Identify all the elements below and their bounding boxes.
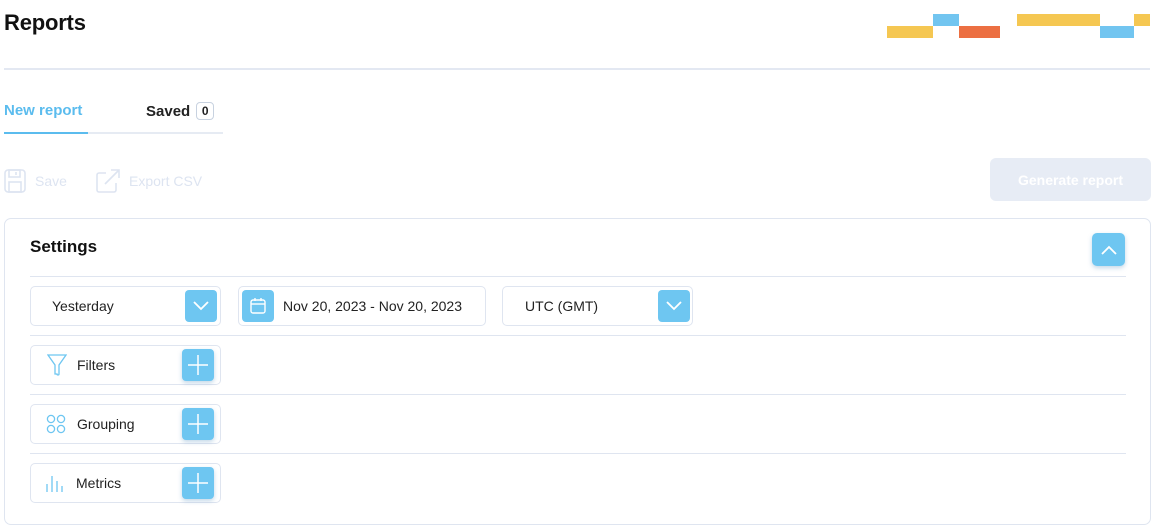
timezone-select[interactable]: UTC (GMT) — [502, 286, 693, 326]
row-divider — [30, 394, 1126, 395]
tab-saved[interactable]: Saved 0 — [146, 102, 215, 120]
metrics-field[interactable]: Metrics — [30, 463, 221, 503]
chevron-down-icon — [193, 301, 209, 311]
tab-saved-label: Saved — [146, 103, 191, 120]
export-csv-label: Export CSV — [129, 173, 203, 189]
tab-new-report-label: New report — [4, 102, 83, 119]
row-divider — [30, 276, 1126, 277]
header-divider — [4, 68, 1150, 70]
deco-block — [1100, 26, 1134, 38]
calendar-button[interactable] — [242, 290, 274, 322]
period-select[interactable]: Yesterday — [30, 286, 221, 326]
add-grouping-button[interactable] — [182, 408, 214, 440]
timezone-dropdown-button[interactable] — [658, 290, 690, 322]
period-value: Yesterday — [52, 298, 114, 314]
plus-icon — [188, 414, 208, 434]
collapse-settings-button[interactable] — [1092, 233, 1125, 266]
date-range-picker[interactable]: Nov 20, 2023 - Nov 20, 2023 — [238, 286, 486, 326]
row-divider — [30, 453, 1126, 454]
grouping-field[interactable]: Grouping — [30, 404, 221, 444]
calendar-icon — [250, 298, 266, 314]
deco-block — [933, 14, 959, 26]
generate-report-label: Generate report — [1017, 171, 1124, 188]
date-range-value: Nov 20, 2023 - Nov 20, 2023 — [283, 298, 463, 314]
bar-chart-icon — [46, 476, 63, 492]
saved-count-badge: 0 — [196, 102, 215, 120]
export-csv-button[interactable]: Export CSV — [96, 168, 202, 194]
report-tabs: New report Saved 0 — [4, 98, 223, 134]
metrics-label: Metrics — [76, 475, 122, 491]
page-title: Reports — [4, 10, 86, 35]
deco-block — [1134, 14, 1150, 26]
chevron-up-icon — [1100, 245, 1117, 255]
row-divider — [30, 335, 1126, 336]
settings-panel: Settings Yesterday Nov 20, 2023 - Nov 20… — [4, 218, 1151, 525]
plus-icon — [188, 473, 208, 493]
timezone-value: UTC (GMT) — [525, 298, 599, 314]
filters-field[interactable]: Filters — [30, 345, 221, 385]
deco-block — [1017, 14, 1100, 26]
add-filter-button[interactable] — [182, 349, 214, 381]
deco-block — [959, 26, 1000, 38]
period-dropdown-button[interactable] — [185, 290, 217, 322]
save-label: Save — [35, 173, 67, 189]
add-metric-button[interactable] — [182, 467, 214, 499]
grid-circles-icon — [46, 414, 66, 434]
floppy-disk-icon — [4, 169, 26, 193]
funnel-icon — [47, 354, 67, 376]
filters-label: Filters — [77, 357, 116, 373]
tab-new-report[interactable]: New report — [4, 102, 82, 119]
settings-title: Settings — [30, 237, 98, 256]
generate-report-button[interactable]: Generate report — [990, 158, 1151, 201]
grouping-label: Grouping — [77, 416, 135, 432]
active-tab-indicator — [4, 132, 88, 134]
external-link-icon — [96, 169, 120, 193]
save-button[interactable]: Save — [4, 168, 67, 194]
deco-block — [887, 26, 933, 38]
plus-icon — [188, 355, 208, 375]
chevron-down-icon — [666, 301, 682, 311]
